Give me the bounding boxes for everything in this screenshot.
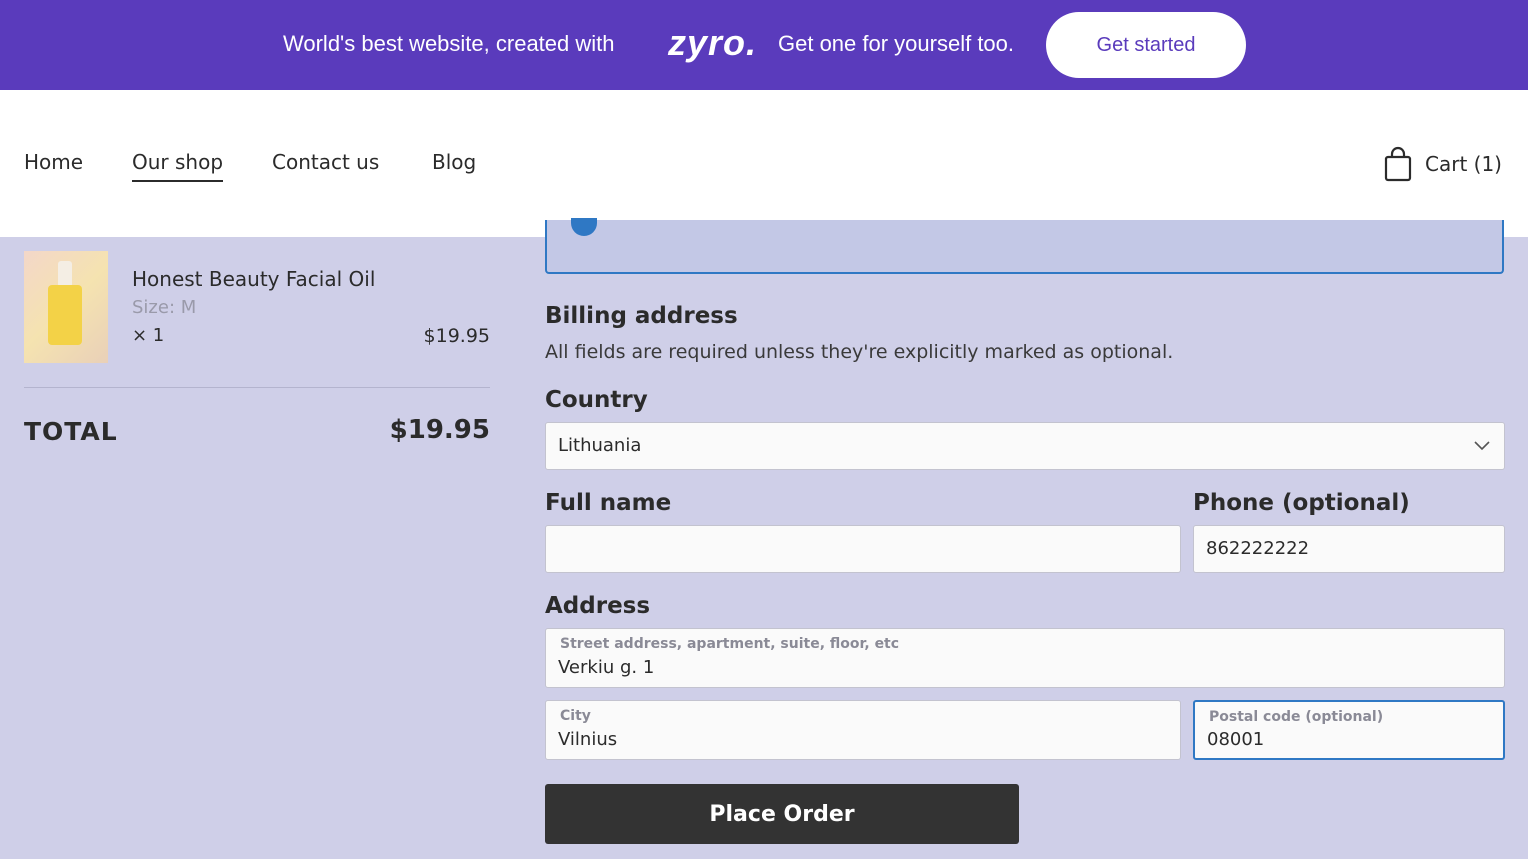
product-size: Size: M <box>132 297 197 318</box>
street-address-field[interactable]: Street address, apartment, suite, floor,… <box>545 628 1505 688</box>
billing-note: All fields are required unless they're e… <box>545 341 1174 363</box>
promo-banner: World's best website, created with zyro.… <box>0 0 1528 90</box>
zyro-logo: zyro. <box>668 22 758 63</box>
radio-selected-icon[interactable] <box>571 218 597 236</box>
street-address-label: Street address, apartment, suite, floor,… <box>560 636 900 652</box>
postal-code-label: Postal code (optional) <box>1209 709 1384 725</box>
total-value: $19.95 <box>389 415 490 445</box>
country-label: Country <box>545 387 648 413</box>
billing-title: Billing address <box>545 303 738 329</box>
shopping-bag-icon <box>1383 146 1413 182</box>
product-name: Honest Beauty Facial Oil <box>132 267 376 291</box>
nav-item-home[interactable]: Home <box>24 150 83 174</box>
summary-divider <box>24 387 490 388</box>
country-value: Lithuania <box>558 435 642 456</box>
nav-item-our-shop[interactable]: Our shop <box>132 150 224 182</box>
product-image <box>24 251 108 363</box>
total-label: TOTAL <box>24 417 118 446</box>
banner-text: World's best website, created with <box>283 31 615 56</box>
city-field[interactable]: City <box>545 700 1181 760</box>
product-price: $19.95 <box>423 325 490 347</box>
full-name-input[interactable] <box>558 538 1168 559</box>
site-navigation: Home Our shop Contact us Blog Cart (1) <box>0 90 1528 237</box>
payment-option-pay-by-cash[interactable] <box>545 218 1504 274</box>
street-address-input[interactable] <box>558 657 1492 678</box>
address-label: Address <box>545 593 651 619</box>
country-select[interactable]: Lithuania <box>545 422 1505 470</box>
postal-code-input[interactable] <box>1207 729 1491 750</box>
get-started-button[interactable]: Get started <box>1046 12 1246 78</box>
nav-item-blog[interactable]: Blog <box>432 150 476 174</box>
full-name-field[interactable] <box>545 525 1181 573</box>
postal-code-field[interactable]: Postal code (optional) <box>1193 700 1505 760</box>
banner-text-secondary: Get one for yourself too. <box>778 31 1015 56</box>
nav-item-contact-us[interactable]: Contact us <box>272 150 379 174</box>
phone-input[interactable] <box>1206 538 1492 559</box>
cart-link[interactable]: Cart (1) <box>1383 146 1502 182</box>
cart-label: Cart (1) <box>1425 152 1502 176</box>
city-label: City <box>560 708 591 724</box>
phone-field[interactable] <box>1193 525 1505 573</box>
full-name-label: Full name <box>545 490 672 516</box>
phone-label: Phone (optional) <box>1193 490 1410 516</box>
city-input[interactable] <box>558 729 1168 750</box>
place-order-button[interactable]: Place Order <box>545 784 1019 844</box>
product-quantity: × 1 <box>132 325 165 346</box>
chevron-down-icon <box>1472 435 1492 460</box>
